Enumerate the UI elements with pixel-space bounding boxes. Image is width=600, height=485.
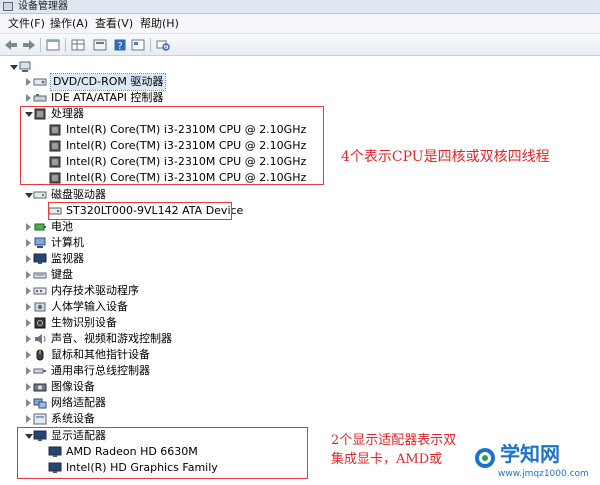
properties-icon[interactable]	[92, 37, 108, 52]
expand-arrow-icon[interactable]	[24, 415, 32, 423]
grid-view-icon[interactable]	[70, 37, 86, 52]
sound-icon	[33, 333, 47, 345]
expand-arrow-icon[interactable]	[24, 383, 32, 391]
tree-root[interactable]	[0, 59, 60, 75]
tree-category-processor[interactable]: 处理器	[0, 106, 200, 122]
forward-arrow-icon[interactable]	[21, 37, 37, 52]
watermark-brand: 学知网	[500, 442, 560, 466]
display-adapter-icon	[48, 446, 62, 458]
svg-text:?: ?	[117, 41, 122, 51]
tree-category-keyboard[interactable]: 键盘	[0, 267, 200, 283]
gpu-annotation-line1: 2个显示适配器表示双	[331, 433, 457, 448]
menu-bar: 文件(F) 操作(A) 查看(V) 帮助(H)	[0, 14, 600, 34]
keyboard-icon	[33, 269, 47, 281]
memory-icon	[33, 285, 47, 297]
gpu-annotation-line2: 集成显卡，AMD或	[331, 452, 443, 467]
disk-drive-icon	[33, 189, 47, 201]
tree-device-cpu[interactable]: Intel(R) Core(TM) i3-2310M CPU @ 2.10GHz	[0, 170, 320, 186]
help-icon[interactable]: ?	[112, 37, 128, 52]
expand-arrow-icon[interactable]	[24, 223, 32, 231]
expand-arrow-icon[interactable]	[24, 271, 32, 279]
tree-category-camera[interactable]: 图像设备	[0, 379, 200, 395]
tree-device-cpu[interactable]: Intel(R) Core(TM) i3-2310M CPU @ 2.10GHz	[0, 138, 320, 154]
expand-arrow-icon[interactable]	[24, 367, 32, 375]
device-manager-app-icon	[3, 2, 13, 11]
back-arrow-icon[interactable]	[3, 37, 19, 52]
collapse-arrow-icon[interactable]	[24, 110, 33, 118]
tree-category-memory[interactable]: 内存技术驱动程序	[0, 283, 200, 299]
expand-arrow-icon[interactable]	[24, 399, 32, 407]
display-adapter-icon	[33, 430, 47, 442]
ide-controller-icon	[33, 92, 47, 104]
menu-file[interactable]: 文件(F)	[8, 17, 45, 31]
watermark: 学知网 www.jmqz1000.com	[470, 439, 600, 485]
biometric-icon	[33, 317, 47, 329]
tree-device-cpu[interactable]: Intel(R) Core(TM) i3-2310M CPU @ 2.10GHz	[0, 154, 320, 170]
tree-category-computer[interactable]: 计算机	[0, 235, 200, 251]
tree-category-mouse[interactable]: 鼠标和其他指针设备	[0, 347, 200, 363]
tree-category-network[interactable]: 网络适配器	[0, 395, 200, 411]
usb-icon	[33, 365, 47, 377]
expand-arrow-icon[interactable]	[24, 303, 32, 311]
system-icon	[33, 413, 47, 425]
toolbar: ?	[0, 34, 600, 56]
tree-device-gpu[interactable]: Intel(R) HD Graphics Family	[0, 460, 250, 476]
tree-category-dvd[interactable]: DVD/CD-ROM 驱动器	[0, 73, 200, 91]
tree-category-sound[interactable]: 声音、视频和游戏控制器	[0, 331, 200, 347]
window-title: 设备管理器	[18, 1, 68, 12]
tree-device-gpu[interactable]: AMD Radeon HD 6630M	[0, 444, 250, 460]
tree-category-ide[interactable]: IDE ATA/ATAPI 控制器	[0, 90, 200, 106]
processor-icon	[48, 140, 62, 152]
menu-view[interactable]: 查看(V)	[95, 17, 133, 31]
tree-category-battery[interactable]: 电池	[0, 219, 200, 235]
network-icon	[33, 397, 47, 409]
mouse-icon	[33, 349, 47, 361]
expand-arrow-icon[interactable]	[24, 319, 32, 327]
window-view-icon[interactable]	[45, 37, 61, 52]
hid-icon	[33, 301, 47, 313]
computer-icon	[33, 237, 47, 249]
expand-arrow-icon[interactable]	[24, 351, 32, 359]
camera-icon	[33, 381, 47, 393]
dvd-drive-icon	[33, 76, 47, 88]
tree-category-display[interactable]: 显示适配器	[0, 428, 200, 444]
expand-arrow-icon[interactable]	[9, 63, 18, 71]
expand-arrow-icon[interactable]	[24, 78, 32, 86]
tree-category-monitor[interactable]: 监视器	[0, 251, 200, 267]
display-adapter-icon	[48, 462, 62, 474]
collapse-arrow-icon[interactable]	[24, 432, 33, 440]
expand-arrow-icon[interactable]	[24, 94, 32, 102]
expand-arrow-icon[interactable]	[24, 239, 32, 247]
expand-arrow-icon[interactable]	[24, 335, 32, 343]
tree-category-disk[interactable]: 磁盘驱动器	[0, 187, 200, 203]
processor-icon	[48, 156, 62, 168]
tree-category-biometric[interactable]: 生物识别设备	[0, 315, 200, 331]
window-title-bar: 设备管理器	[0, 0, 600, 14]
tree-category-usb[interactable]: 通用串行总线控制器	[0, 363, 200, 379]
collapse-arrow-icon[interactable]	[24, 191, 33, 199]
processor-icon	[48, 172, 62, 184]
tree-category-hid[interactable]: 人体学输入设备	[0, 299, 200, 315]
expand-arrow-icon[interactable]	[24, 287, 32, 295]
cpu-annotation: 4个表示CPU是四核或双核四线程	[341, 149, 550, 165]
scan-hardware-icon[interactable]	[155, 37, 171, 52]
tree-device-disk[interactable]: ST320LT000-9VL142 ATA Device	[0, 203, 243, 219]
processor-icon	[33, 108, 47, 120]
expand-arrow-icon[interactable]	[24, 255, 32, 263]
device-tree: DVD/CD-ROM 驱动器 IDE ATA/ATAPI 控制器 处理器 Int…	[0, 57, 600, 485]
watermark-url: www.jmqz1000.com	[498, 469, 589, 479]
menu-action[interactable]: 操作(A)	[50, 17, 88, 31]
computer-root-icon	[18, 61, 32, 73]
battery-icon	[33, 221, 47, 233]
processor-icon	[48, 124, 62, 136]
menu-help[interactable]: 帮助(H)	[140, 17, 179, 31]
tree-device-cpu[interactable]: Intel(R) Core(TM) i3-2310M CPU @ 2.10GHz	[0, 122, 320, 138]
disk-drive-icon	[48, 205, 62, 217]
list-view-icon[interactable]	[130, 37, 146, 52]
watermark-logo-icon	[475, 448, 495, 468]
monitor-icon	[33, 253, 47, 265]
tree-category-system[interactable]: 系统设备	[0, 411, 200, 427]
